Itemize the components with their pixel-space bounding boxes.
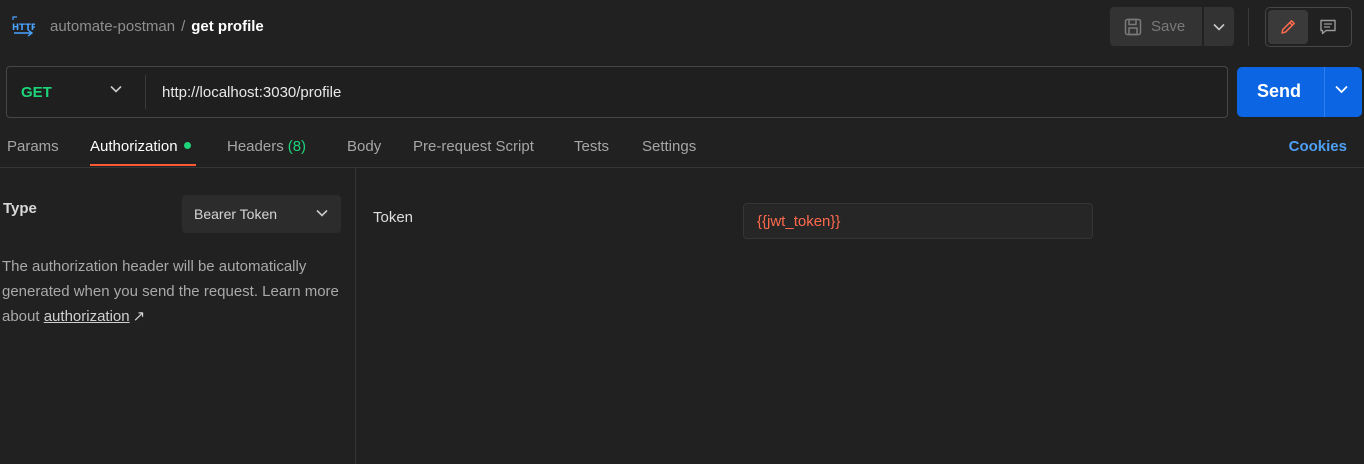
send-button[interactable]: Send: [1257, 81, 1301, 102]
tab-label: Settings: [642, 138, 697, 155]
auth-help-text: The authorization header will be automat…: [2, 254, 342, 329]
breadcrumb-collection[interactable]: automate-postman: [50, 18, 175, 35]
chevron-down-icon: [1213, 23, 1225, 31]
breadcrumb: automate-postman / get profile: [50, 18, 264, 35]
save-icon: [1124, 18, 1142, 35]
auth-type-panel: Type Bearer Token The authorization head…: [0, 168, 356, 464]
comment-icon: [1320, 19, 1336, 35]
type-label: Type: [3, 200, 37, 217]
auth-type-value: Bearer Token: [194, 206, 278, 222]
svg-text:HTTP: HTTP: [12, 23, 35, 33]
chevron-down-icon[interactable]: [1335, 85, 1348, 94]
tab-headers[interactable]: Headers (8): [227, 138, 306, 155]
request-name[interactable]: get profile: [191, 18, 264, 35]
save-label: Save: [1151, 18, 1186, 35]
tab-label: Pre-request Script: [413, 138, 534, 155]
cookies-link[interactable]: Cookies: [1289, 138, 1347, 155]
auth-status-dot: [183, 142, 191, 149]
chevron-down-icon[interactable]: [110, 85, 122, 93]
tab-label: Body: [347, 138, 382, 155]
tab-tests[interactable]: Tests: [574, 138, 609, 155]
save-button[interactable]: Save: [1110, 7, 1202, 46]
save-button-group: Save: [1110, 7, 1234, 46]
active-tab-underline: [90, 164, 196, 166]
tab-pre-request-script[interactable]: Pre-request Script: [413, 138, 534, 155]
header-divider: [1248, 8, 1249, 46]
headers-count: (8): [287, 138, 307, 155]
view-mode-toggle: [1265, 7, 1352, 47]
token-input[interactable]: {{jwt_token}}: [743, 203, 1093, 239]
request-header: HTTP automate-postman / get profile Save: [0, 0, 1364, 56]
tab-label: Headers: [227, 138, 284, 155]
edit-mode-button[interactable]: [1268, 10, 1308, 44]
comments-button[interactable]: [1308, 10, 1348, 44]
breadcrumb-separator: /: [181, 18, 186, 35]
http-icon: HTTP: [12, 16, 35, 37]
token-value: {{jwt_token}}: [757, 212, 841, 230]
url-input[interactable]: http://localhost:3030/profile: [162, 84, 341, 101]
request-tabs: Params Authorization Headers (8) Body Pre…: [0, 136, 1364, 168]
external-link-icon: ↗: [132, 308, 146, 325]
auth-type-select[interactable]: Bearer Token: [182, 195, 341, 233]
chevron-down-icon: [316, 209, 328, 217]
send-divider: [1324, 67, 1325, 117]
tab-settings[interactable]: Settings: [642, 138, 696, 155]
postman-request-view: HTTP automate-postman / get profile Save: [0, 0, 1364, 464]
url-bar: GET http://localhost:3030/profile: [6, 66, 1228, 118]
tab-params[interactable]: Params: [7, 138, 59, 155]
authorization-docs-link[interactable]: authorization: [44, 308, 130, 325]
url-divider: [145, 75, 146, 109]
pencil-icon: [1281, 20, 1295, 34]
tab-body[interactable]: Body: [347, 138, 381, 155]
tab-label: Authorization: [90, 138, 178, 155]
method-select[interactable]: GET: [21, 84, 52, 101]
token-label: Token: [373, 209, 414, 226]
tab-label: Params: [7, 138, 59, 155]
tab-label: Tests: [574, 138, 610, 155]
tab-authorization[interactable]: Authorization: [90, 138, 191, 155]
save-options-button[interactable]: [1204, 7, 1234, 46]
send-button-group: Send: [1237, 67, 1362, 117]
